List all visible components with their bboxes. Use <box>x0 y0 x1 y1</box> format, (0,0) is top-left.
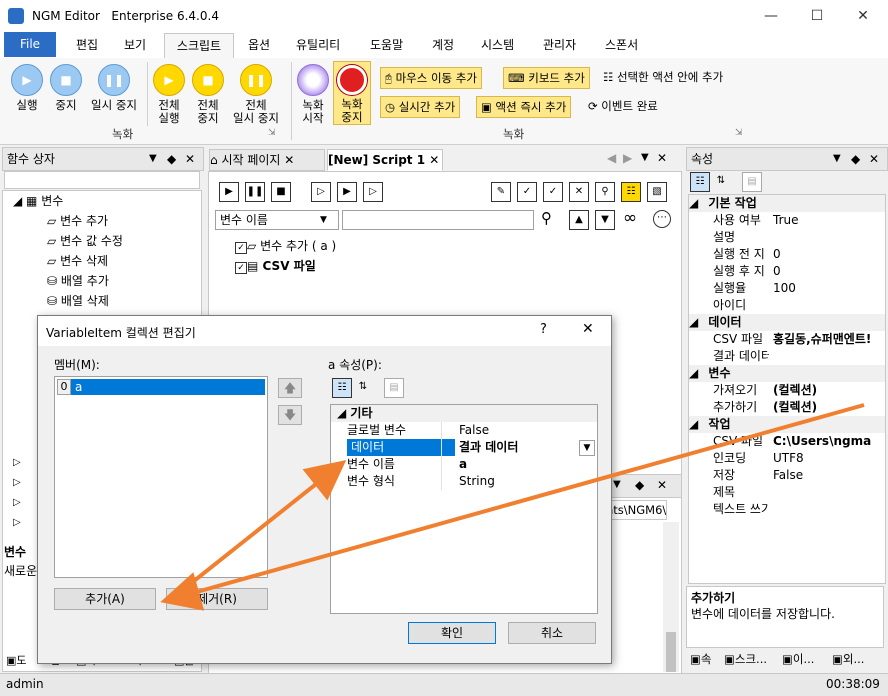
annotation-arrows <box>160 403 865 611</box>
arrow-to-add-button <box>160 403 865 611</box>
arrow-to-data-prop <box>168 460 347 602</box>
